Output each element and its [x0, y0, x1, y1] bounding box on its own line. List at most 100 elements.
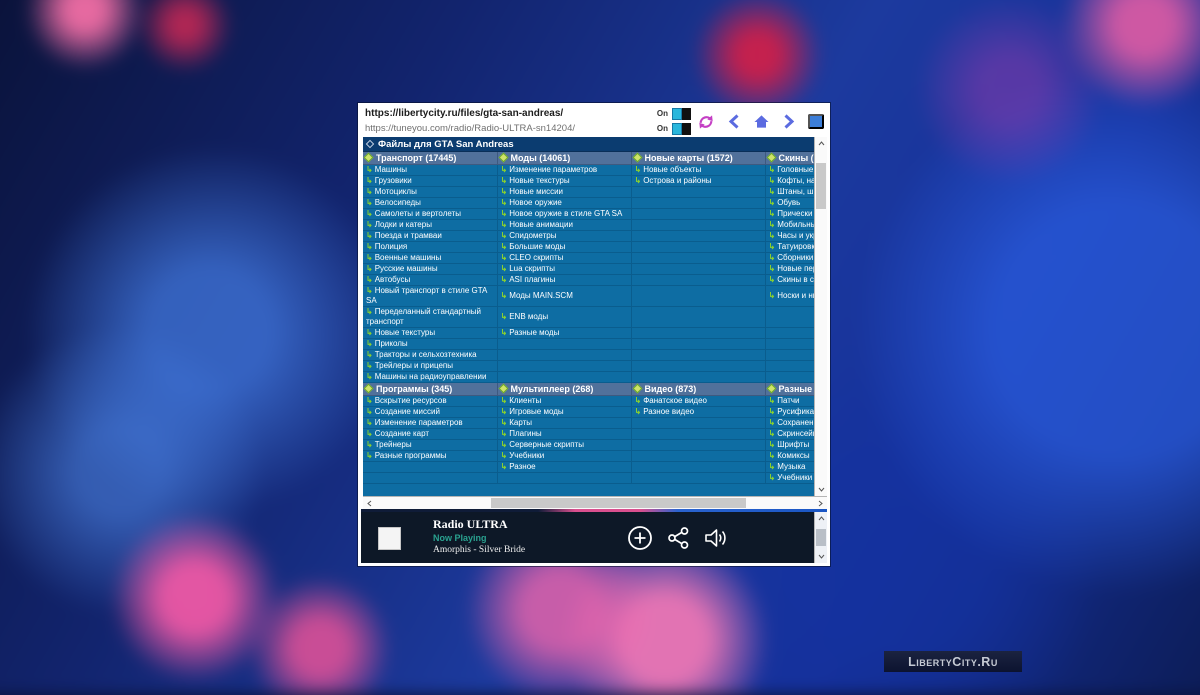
- category-link[interactable]: ↳Шрифты: [765, 440, 814, 451]
- scroll-up-icon[interactable]: [815, 137, 827, 150]
- category-link[interactable]: ↳Новые миссии: [497, 187, 631, 198]
- category-link[interactable]: ↳Головные у: [765, 165, 814, 176]
- category-link[interactable]: ↳Спидометры: [497, 231, 631, 242]
- category-link[interactable]: ↳Создание миссий: [363, 407, 497, 418]
- category-link[interactable]: ↳Носки и них: [765, 286, 814, 307]
- category-link[interactable]: ↳Приколы: [363, 339, 497, 350]
- category-link[interactable]: ↳Острова и районы: [631, 176, 765, 187]
- category-link[interactable]: ↳Русские машины: [363, 264, 497, 275]
- category-link[interactable]: ↳Тракторы и сельхозтехника: [363, 350, 497, 361]
- category-link[interactable]: ↳Разные моды: [497, 328, 631, 339]
- category-link[interactable]: ↳Лодки и катеры: [363, 220, 497, 231]
- category-link[interactable]: ↳Сохранения: [765, 418, 814, 429]
- category-link[interactable]: ↳Новые текстуры: [497, 176, 631, 187]
- category-link[interactable]: ↳Кофты, най: [765, 176, 814, 187]
- category-link[interactable]: ↳Разное: [497, 462, 631, 473]
- category-link[interactable]: ↳Вскрытие ресурсов: [363, 396, 497, 407]
- category-link[interactable]: ↳CLEO скрипты: [497, 253, 631, 264]
- category-link[interactable]: ↳Полиция: [363, 242, 497, 253]
- back-icon[interactable]: [728, 114, 740, 129]
- circle-plus-icon[interactable]: [627, 525, 653, 551]
- category-link[interactable]: ↳Русификато: [765, 407, 814, 418]
- scroll-left-icon[interactable]: [363, 497, 376, 509]
- category-link[interactable]: ↳Разное видео: [631, 407, 765, 418]
- section-header[interactable]: Новые карты (1572): [631, 152, 765, 165]
- category-link[interactable]: ↳Мотоциклы: [363, 187, 497, 198]
- home-icon[interactable]: [753, 114, 770, 129]
- category-link[interactable]: ↳Серверные скрипты: [497, 440, 631, 451]
- close-icon[interactable]: [808, 114, 824, 129]
- category-link[interactable]: ↳Скины в сти: [765, 275, 814, 286]
- scroll-up-icon[interactable]: [815, 512, 827, 525]
- category-link[interactable]: ↳Трейнеры: [363, 440, 497, 451]
- category-link[interactable]: ↳Переделанный стандартный транспорт: [363, 307, 497, 328]
- category-link[interactable]: ↳Плагины: [497, 429, 631, 440]
- section-header[interactable]: Разные фа: [765, 383, 814, 396]
- category-link[interactable]: ↳Комиксы: [765, 451, 814, 462]
- url-toggle-2[interactable]: [672, 123, 692, 135]
- category-link[interactable]: ↳Моды MAIN.SCM: [497, 286, 631, 307]
- category-link[interactable]: ↳Новые текстуры: [363, 328, 497, 339]
- category-link[interactable]: ↳Новые анимации: [497, 220, 631, 231]
- category-link[interactable]: ↳Разные программы: [363, 451, 497, 462]
- category-link[interactable]: ↳Машины: [363, 165, 497, 176]
- url-tuneyou[interactable]: https://tuneyou.com/radio/Radio-ULTRA-sn…: [365, 123, 652, 134]
- player-scroll-thumb[interactable]: [816, 529, 826, 546]
- section-header[interactable]: Программы (345): [363, 383, 497, 396]
- category-link[interactable]: ↳Изменение параметров: [497, 165, 631, 176]
- category-link[interactable]: ↳Фанатское видео: [631, 396, 765, 407]
- category-link[interactable]: ↳Патчи: [765, 396, 814, 407]
- section-header[interactable]: Скины (73: [765, 152, 814, 165]
- speaker-icon[interactable]: [703, 526, 729, 550]
- category-link[interactable]: ↳Автобусы: [363, 275, 497, 286]
- category-link[interactable]: ↳Игровые моды: [497, 407, 631, 418]
- category-link[interactable]: ↳Мобильные: [765, 220, 814, 231]
- scroll-down-icon[interactable]: [815, 483, 827, 496]
- category-link[interactable]: ↳Lua скрипты: [497, 264, 631, 275]
- category-link[interactable]: ↳Машины на радиоуправлении: [363, 372, 497, 383]
- category-link[interactable]: ↳Велосипеды: [363, 198, 497, 209]
- category-link[interactable]: ↳Трейлеры и прицепы: [363, 361, 497, 372]
- refresh-icon[interactable]: [697, 114, 715, 130]
- horizontal-scroll-thumb[interactable]: [491, 498, 746, 508]
- category-link[interactable]: ↳Военные машины: [363, 253, 497, 264]
- table-row: ↳Создание карт↳Плагины ↳Скринсейве: [363, 429, 814, 440]
- scroll-down-icon[interactable]: [815, 550, 827, 563]
- scroll-right-icon[interactable]: [814, 497, 827, 509]
- category-link[interactable]: ↳Учебники: [765, 473, 814, 484]
- url-libertycity[interactable]: https://libertycity.ru/files/gta-san-and…: [365, 108, 652, 119]
- category-link[interactable]: ↳Большие моды: [497, 242, 631, 253]
- forward-icon[interactable]: [783, 114, 795, 129]
- category-link[interactable]: ↳Новые объекты: [631, 165, 765, 176]
- category-link[interactable]: ↳Прически и: [765, 209, 814, 220]
- category-link[interactable]: ↳Поезда и трамваи: [363, 231, 497, 242]
- category-link[interactable]: ↳Штаны, шор: [765, 187, 814, 198]
- category-link[interactable]: ↳Скринсейве: [765, 429, 814, 440]
- category-link[interactable]: ↳Новые перс: [765, 264, 814, 275]
- section-header[interactable]: Транспорт (17445): [363, 152, 497, 165]
- category-link[interactable]: ↳Татуировки: [765, 242, 814, 253]
- category-link[interactable]: ↳Карты: [497, 418, 631, 429]
- category-link[interactable]: ↳Новое оружие в стиле GTA SA: [497, 209, 631, 220]
- category-link[interactable]: ↳Сборники с: [765, 253, 814, 264]
- category-link[interactable]: ↳Новое оружие: [497, 198, 631, 209]
- category-link[interactable]: ↳ENB моды: [497, 307, 631, 328]
- category-link[interactable]: ↳Самолеты и вертолеты: [363, 209, 497, 220]
- category-link[interactable]: ↳Создание карт: [363, 429, 497, 440]
- category-link[interactable]: ↳Обувь: [765, 198, 814, 209]
- category-link[interactable]: ↳Клиенты: [497, 396, 631, 407]
- vertical-scroll-thumb[interactable]: [816, 163, 826, 209]
- category-link[interactable]: ↳Новый транспорт в стиле GTA SA: [363, 286, 497, 307]
- section-header[interactable]: Видео (873): [631, 383, 765, 396]
- section-header[interactable]: Моды (14061): [497, 152, 631, 165]
- section-header[interactable]: Мультиплеер (268): [497, 383, 631, 396]
- category-link[interactable]: ↳Изменение параметров: [363, 418, 497, 429]
- category-link[interactable]: ↳Учебники: [497, 451, 631, 462]
- stop-icon[interactable]: [378, 527, 401, 550]
- category-link[interactable]: ↳Музыка: [765, 462, 814, 473]
- url-toggle-1[interactable]: [672, 108, 692, 120]
- share-icon[interactable]: [667, 526, 691, 550]
- category-link[interactable]: ↳ASI плагины: [497, 275, 631, 286]
- category-link[interactable]: ↳Часы и укра: [765, 231, 814, 242]
- category-link[interactable]: ↳Грузовики: [363, 176, 497, 187]
